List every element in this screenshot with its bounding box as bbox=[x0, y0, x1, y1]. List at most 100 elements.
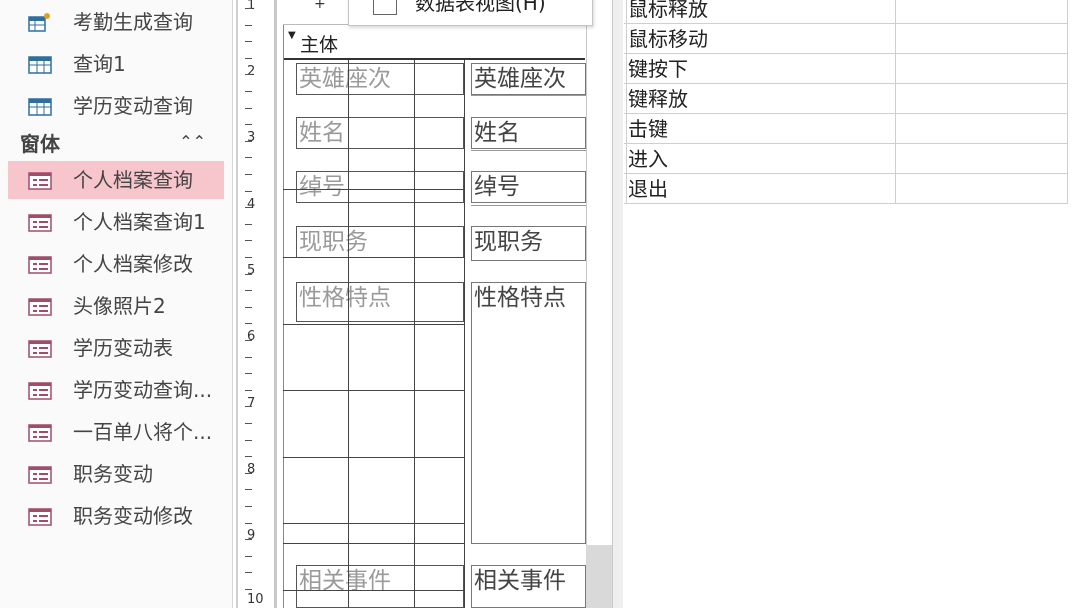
ruler-tick bbox=[245, 273, 252, 275]
vertical-ruler bbox=[233, 0, 271, 608]
section-divider[interactable] bbox=[283, 58, 585, 60]
property-row[interactable]: 键按下 bbox=[624, 54, 1068, 84]
navigation-pane: 考勤生成查询 查询1 学历变动查询 窗体 ⌃⌃ 个人档案查询 个人档案查询1 个… bbox=[0, 0, 233, 608]
property-value[interactable] bbox=[895, 0, 1069, 23]
field-textbox[interactable]: 姓名 bbox=[471, 117, 586, 149]
nav-item-form[interactable]: 职务变动 bbox=[8, 455, 224, 493]
nav-item-label: 个人档案查询 bbox=[73, 168, 193, 192]
property-name: 键释放 bbox=[628, 87, 688, 111]
grid-line bbox=[283, 543, 464, 544]
ruler-tick bbox=[245, 207, 252, 209]
property-value[interactable] bbox=[895, 144, 1069, 173]
ruler-tick bbox=[245, 157, 252, 159]
chevron-up-icon[interactable]: ⌃⌃ bbox=[179, 132, 206, 151]
property-row[interactable]: 鼠标移动 bbox=[624, 24, 1068, 54]
field-label[interactable]: 绰号 bbox=[296, 171, 464, 203]
nav-item-form[interactable]: 个人档案查询1 bbox=[8, 203, 224, 241]
property-name: 鼠标移动 bbox=[628, 27, 708, 51]
form-icon bbox=[28, 340, 52, 358]
field-textbox[interactable]: 性格特点 bbox=[471, 282, 586, 544]
ruler-tick bbox=[245, 41, 252, 43]
property-row[interactable]: 鼠标释放 bbox=[624, 0, 1068, 24]
ruler-tick bbox=[245, 456, 252, 458]
context-menu[interactable]: 数据表视图(H) bbox=[348, 0, 593, 26]
grid-line bbox=[283, 390, 464, 391]
nav-item-label: 个人档案修改 bbox=[73, 252, 193, 276]
canvas-edge bbox=[586, 0, 613, 545]
ruler-tick bbox=[245, 389, 252, 391]
property-name: 键按下 bbox=[628, 57, 688, 81]
form-icon bbox=[28, 382, 52, 400]
ruler-tick bbox=[245, 240, 252, 242]
nav-item-label: 一百单八将个... bbox=[73, 420, 213, 444]
ruler-tick bbox=[245, 306, 252, 308]
nav-item-form[interactable]: 职务变动修改 bbox=[8, 497, 224, 535]
field-label[interactable]: 姓名 bbox=[296, 117, 464, 149]
property-name: 鼠标释放 bbox=[628, 0, 708, 21]
nav-item-query[interactable]: 考勤生成查询 bbox=[8, 3, 224, 41]
ruler-number: 5 bbox=[247, 263, 256, 278]
ruler-number: 7 bbox=[247, 396, 256, 411]
ruler-tick bbox=[245, 522, 252, 524]
ruler-number: 6 bbox=[247, 329, 256, 344]
menu-item-datasheet-view[interactable]: 数据表视图(H) bbox=[415, 0, 546, 16]
ruler-tick bbox=[245, 356, 252, 358]
property-row[interactable]: 键释放 bbox=[624, 84, 1068, 114]
property-row[interactable]: 击键 bbox=[624, 114, 1068, 144]
property-value[interactable] bbox=[895, 174, 1069, 203]
ruler-tick bbox=[245, 74, 252, 76]
ruler-tick bbox=[245, 506, 252, 507]
nav-item-form[interactable]: 学历变动表 bbox=[8, 329, 224, 367]
nav-item-form[interactable]: 个人档案查询 bbox=[8, 161, 224, 199]
field-textbox[interactable]: 英雄座次 bbox=[471, 63, 586, 95]
canvas-background bbox=[586, 545, 612, 608]
field-textbox[interactable]: 绰号 bbox=[471, 171, 586, 203]
field-label[interactable]: 相关事件 bbox=[296, 565, 464, 608]
form-icon bbox=[28, 172, 52, 190]
ruler-tick bbox=[245, 589, 252, 590]
grid-line bbox=[283, 257, 464, 258]
ruler-tick bbox=[245, 539, 252, 541]
nav-item-label: 学历变动表 bbox=[73, 336, 173, 360]
grid-line bbox=[471, 95, 586, 96]
group-header-forms[interactable]: 窗体 ⌃⌃ bbox=[8, 128, 224, 160]
property-name: 击键 bbox=[628, 117, 668, 141]
ruler-number: 1 bbox=[247, 0, 256, 13]
nav-item-form[interactable]: 一百单八将个... bbox=[8, 413, 224, 451]
section-label[interactable]: 主体 bbox=[300, 30, 338, 57]
ruler-tick bbox=[245, 57, 252, 59]
ruler-tick bbox=[245, 140, 252, 142]
query-icon bbox=[28, 98, 52, 116]
grid-line bbox=[414, 60, 415, 608]
property-value[interactable] bbox=[895, 54, 1069, 83]
grid-line bbox=[283, 590, 464, 591]
ruler-number: 2 bbox=[247, 64, 256, 79]
field-label[interactable]: 现职务 bbox=[296, 226, 464, 258]
query-icon bbox=[28, 56, 52, 74]
ruler-number: 4 bbox=[247, 197, 256, 212]
property-value[interactable] bbox=[895, 114, 1069, 143]
ruler-tick bbox=[245, 24, 252, 26]
nav-item-form[interactable]: 个人档案修改 bbox=[8, 245, 224, 283]
field-label[interactable]: 性格特点 bbox=[296, 282, 464, 322]
nav-item-query[interactable]: 查询1 bbox=[8, 45, 224, 83]
ruler-tick bbox=[245, 323, 252, 325]
nav-item-query[interactable]: 学历变动查询 bbox=[8, 87, 224, 125]
property-value[interactable] bbox=[895, 84, 1069, 113]
property-value[interactable] bbox=[895, 24, 1069, 53]
field-textbox[interactable]: 现职务 bbox=[471, 226, 586, 261]
grid-line bbox=[283, 189, 464, 190]
property-name: 进入 bbox=[628, 147, 668, 171]
property-row[interactable]: 退出 bbox=[624, 174, 1068, 204]
nav-item-label: 头像照片2 bbox=[73, 294, 166, 318]
nav-item-form[interactable]: 学历变动查询... bbox=[8, 371, 224, 409]
nav-item-label: 考勤生成查询 bbox=[73, 10, 193, 34]
property-row[interactable]: 进入 bbox=[624, 144, 1068, 174]
ruler-tick bbox=[245, 406, 252, 408]
nav-item-label: 个人档案查询1 bbox=[73, 210, 206, 234]
ruler-tick bbox=[245, 257, 252, 258]
field-label[interactable]: 英雄座次 bbox=[296, 63, 464, 95]
nav-item-form[interactable]: 头像照片2 bbox=[8, 287, 224, 325]
field-textbox[interactable]: 相关事件 bbox=[471, 565, 586, 608]
ruler-tick bbox=[245, 572, 252, 574]
